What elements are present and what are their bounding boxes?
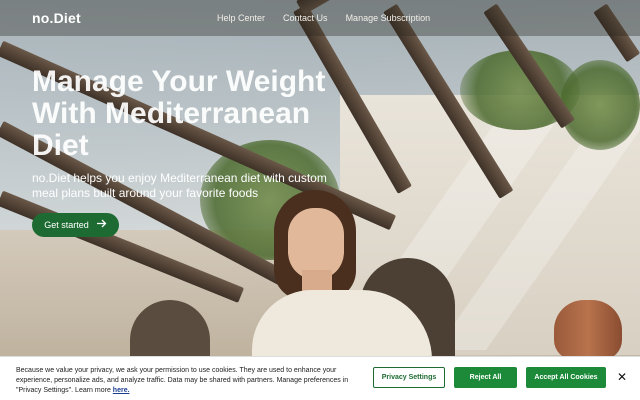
nav-links: Help Center Contact Us Manage Subscripti… <box>217 13 448 23</box>
nav-manage-subscription[interactable]: Manage Subscription <box>346 13 431 23</box>
reject-all-button[interactable]: Reject All <box>454 367 517 388</box>
cookie-message-text: Because we value your privacy, we ask yo… <box>16 367 349 394</box>
foliage <box>560 60 640 150</box>
arrow-right-icon <box>96 219 107 231</box>
hero-subtitle: no.Diet helps you enjoy Mediterranean di… <box>32 171 327 200</box>
terracotta-vase <box>554 300 622 360</box>
top-navigation: no.Diet Help Center Contact Us Manage Su… <box>0 0 640 36</box>
nav-help-center[interactable]: Help Center <box>217 13 265 23</box>
accept-all-cookies-button[interactable]: Accept All Cookies <box>526 367 606 388</box>
get-started-button[interactable]: Get started <box>32 213 119 237</box>
site-logo[interactable]: no.Diet <box>32 10 81 26</box>
cookie-message: Because we value your privacy, we ask yo… <box>16 366 351 396</box>
privacy-settings-button[interactable]: Privacy Settings <box>373 367 445 388</box>
learn-more-link[interactable]: here. <box>113 387 130 394</box>
get-started-label: Get started <box>44 220 89 230</box>
hero-title: Manage Your Weight With Mediterranean Di… <box>32 65 326 162</box>
close-icon[interactable]: ✕ <box>614 369 630 385</box>
nav-contact-us[interactable]: Contact Us <box>283 13 328 23</box>
